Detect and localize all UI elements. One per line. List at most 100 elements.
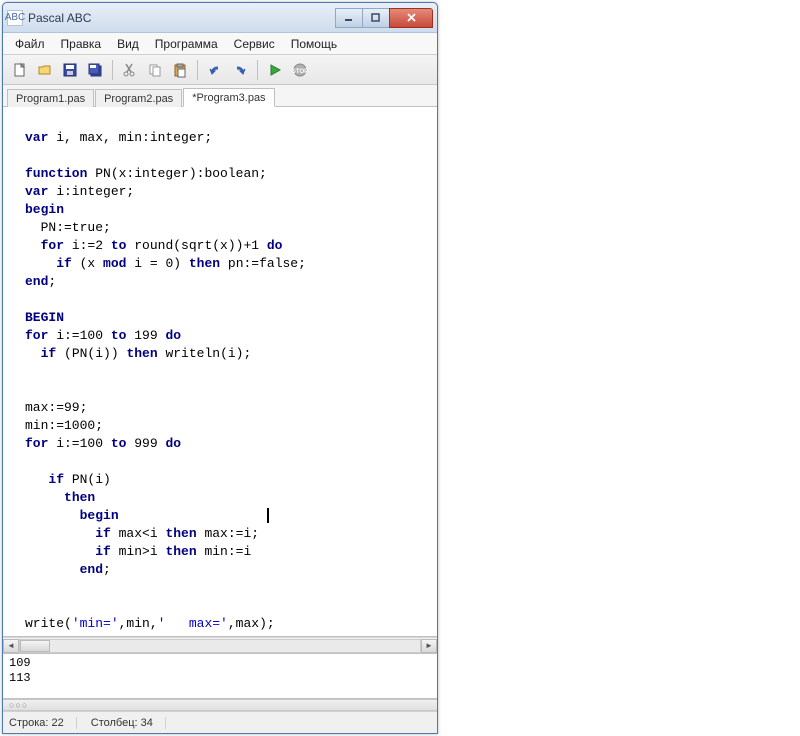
code-text: ,min,	[119, 616, 158, 631]
code-text: max:=i;	[197, 526, 259, 541]
maximize-button[interactable]	[362, 8, 390, 28]
code-text	[25, 490, 64, 505]
code-kw: then	[165, 544, 196, 559]
scroll-thumb[interactable]	[20, 640, 50, 652]
save-button[interactable]	[59, 59, 81, 81]
menu-program[interactable]: Программа	[149, 35, 224, 53]
menu-service[interactable]: Сервис	[228, 35, 281, 53]
close-button[interactable]	[389, 8, 433, 28]
code-kw: function	[25, 166, 87, 181]
status-line-value: 22	[52, 717, 64, 729]
code-text: min:=i	[197, 544, 252, 559]
code-kw: END	[25, 634, 48, 637]
code-kw: do	[165, 436, 181, 451]
tab-program3[interactable]: *Program3.pas	[183, 88, 274, 107]
code-text: i:=100	[48, 328, 110, 343]
redo-button[interactable]	[229, 59, 251, 81]
menu-file[interactable]: Файл	[9, 35, 51, 53]
status-col-label: Столбец:	[91, 717, 138, 729]
output-panel[interactable]: 109 113	[3, 653, 437, 699]
code-text	[25, 526, 95, 541]
toolbar-separator	[197, 60, 198, 80]
code-kw: for	[41, 238, 64, 253]
toolbar: STOP	[3, 55, 437, 85]
code-area[interactable]: var i, max, min:integer; function PN(x:i…	[17, 107, 437, 637]
splitter-handle[interactable]: ○○○	[3, 699, 437, 711]
status-col-value: 34	[141, 717, 153, 729]
code-kw: begin	[80, 508, 119, 523]
code-text: ;	[103, 562, 111, 577]
new-file-button[interactable]	[9, 59, 31, 81]
app-window: ABC Pascal ABC Файл Правка Вид Программа…	[2, 2, 438, 734]
code-text: .	[48, 634, 56, 637]
status-column: Столбец: 34	[91, 717, 166, 729]
stop-button[interactable]: STOP	[289, 59, 311, 81]
code-editor[interactable]: var i, max, min:integer; function PN(x:i…	[3, 107, 437, 637]
code-kw: to	[111, 238, 127, 253]
undo-button[interactable]	[204, 59, 226, 81]
menu-help[interactable]: Помощь	[285, 35, 343, 53]
code-text: ;	[48, 274, 56, 289]
code-kw: then	[64, 490, 95, 505]
scroll-left-button[interactable]: ◄	[3, 639, 19, 653]
code-text	[25, 472, 48, 487]
code-string: 'min='	[72, 616, 119, 631]
status-line: Строка: 22	[9, 717, 77, 729]
code-kw: if	[56, 256, 72, 271]
scroll-right-button[interactable]: ►	[421, 639, 437, 653]
code-text: i, max, min:integer;	[48, 130, 212, 145]
code-text: 999	[126, 436, 165, 451]
menu-edit[interactable]: Правка	[55, 35, 108, 53]
code-text: i:integer;	[48, 184, 134, 199]
status-line-label: Строка:	[9, 717, 48, 729]
output-line: 109	[9, 656, 431, 671]
code-text: (x	[72, 256, 103, 271]
code-text	[25, 346, 41, 361]
cut-button[interactable]	[119, 59, 141, 81]
minimize-button[interactable]	[335, 8, 363, 28]
menubar: Файл Правка Вид Программа Сервис Помощь	[3, 33, 437, 55]
statusbar: Строка: 22 Столбец: 34	[3, 711, 437, 733]
code-string: ' max='	[158, 616, 228, 631]
code-kw: begin	[25, 202, 64, 217]
code-kw: to	[111, 328, 127, 343]
code-kw: then	[189, 256, 220, 271]
code-text	[25, 238, 41, 253]
titlebar[interactable]: ABC Pascal ABC	[3, 3, 437, 33]
code-text: writeln(i);	[158, 346, 252, 361]
open-file-button[interactable]	[34, 59, 56, 81]
code-text: min>i	[111, 544, 166, 559]
code-kw: if	[48, 472, 64, 487]
toolbar-separator	[257, 60, 258, 80]
code-text	[25, 562, 80, 577]
scroll-track[interactable]	[19, 639, 421, 653]
editor-h-scrollbar[interactable]: ◄ ►	[3, 637, 437, 653]
window-title: Pascal ABC	[28, 11, 336, 25]
copy-button[interactable]	[144, 59, 166, 81]
code-text: min:=1000;	[25, 418, 103, 433]
code-kw: for	[25, 328, 48, 343]
code-kw: do	[165, 328, 181, 343]
app-icon: ABC	[7, 10, 23, 26]
code-text: i = 0)	[126, 256, 188, 271]
output-line: 113	[9, 671, 431, 686]
code-kw: if	[95, 544, 111, 559]
code-text: i:=100	[48, 436, 110, 451]
code-text	[25, 544, 95, 559]
tab-program1[interactable]: Program1.pas	[7, 89, 94, 107]
code-text: 199	[126, 328, 165, 343]
code-text: pn:=false;	[220, 256, 306, 271]
tab-program2[interactable]: Program2.pas	[95, 89, 182, 107]
code-text	[25, 256, 56, 271]
paste-button[interactable]	[169, 59, 191, 81]
run-button[interactable]	[264, 59, 286, 81]
save-all-button[interactable]	[84, 59, 106, 81]
menu-view[interactable]: Вид	[111, 35, 145, 53]
window-controls	[336, 8, 433, 28]
code-text: (PN(i))	[56, 346, 126, 361]
code-text: i:=2	[64, 238, 111, 253]
code-kw: then	[165, 526, 196, 541]
code-text: round(sqrt(x))+1	[126, 238, 266, 253]
code-kw: for	[25, 436, 48, 451]
code-kw: var	[25, 130, 48, 145]
